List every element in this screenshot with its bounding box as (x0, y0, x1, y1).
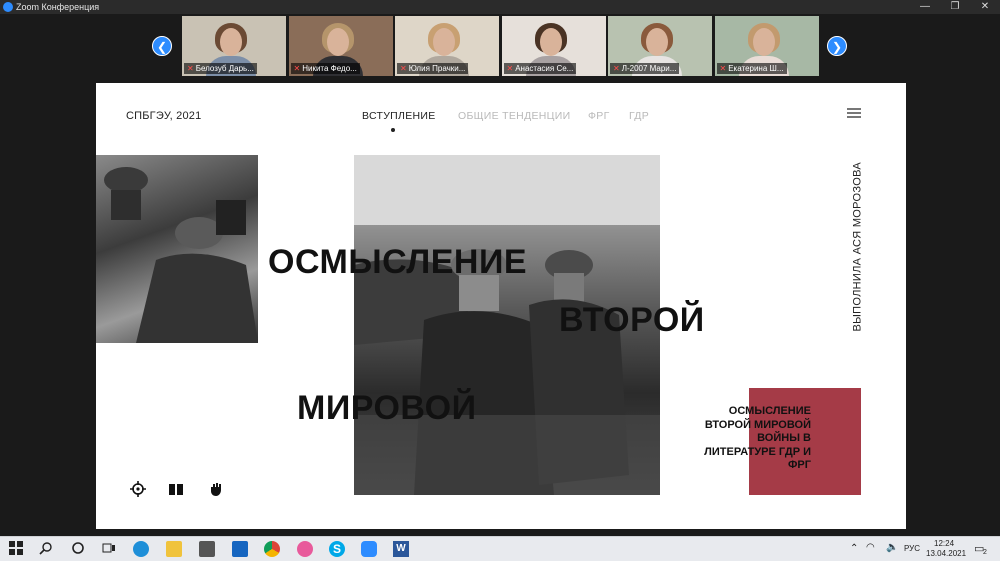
window-title: Zoom Конференция (16, 2, 100, 12)
search-icon[interactable] (38, 541, 54, 557)
participant-tile[interactable]: ✕ Л-2007 Мари... (608, 16, 712, 76)
shared-slide: СПБГЭУ, 2021 ВСТУПЛЕНИЕ ОБЩИЕ ТЕНДЕНЦИИ … (96, 83, 906, 529)
presentation-subtitle: ОСМЫСЛЕНИЕ ВТОРОЙ МИРОВОЙ ВОЙНЫ В ЛИТЕРА… (704, 405, 811, 471)
store-icon[interactable] (199, 541, 215, 557)
participant-tile[interactable]: ✕ Анастасия Се... (501, 16, 606, 76)
crosshair-icon[interactable] (130, 481, 146, 497)
notification-count: 2 (983, 549, 987, 556)
minimize-button[interactable]: — (910, 0, 940, 14)
mic-muted-icon: ✕ (293, 64, 301, 73)
language-indicator[interactable]: РУС (904, 544, 920, 553)
mic-muted-icon: ✕ (187, 64, 194, 73)
nav-item-trends[interactable]: ОБЩИЕ ТЕНДЕНЦИИ (458, 110, 570, 122)
zoom-titlebar: Zoom Конференция — ❐ ✕ (0, 0, 1000, 14)
author-label: ВЫПОЛНИЛА АСЯ МОРОЗОВА (851, 162, 864, 332)
soldiers-photo (96, 155, 258, 343)
title-word-1: ОСМЫСЛЕНИЕ (268, 243, 528, 281)
mic-muted-icon: ✕ (613, 64, 620, 73)
participant-strip: ❮ ✕ Белозуб Дарь... ✕ Никита Федо... ✕ Юлия П… (0, 14, 1000, 80)
participant-tile[interactable]: ✕ Юлия Прачки... (395, 16, 499, 76)
participant-tile[interactable]: ✕ Никита Федо... (288, 16, 393, 76)
file-explorer-icon[interactable] (166, 541, 182, 557)
next-participants-button[interactable]: ❯ (827, 36, 847, 56)
word-icon[interactable]: W (393, 541, 409, 557)
participant-face (326, 28, 349, 56)
author-credit: ВЫПОЛНИЛА АСЯ МОРОЗОВА (850, 162, 864, 333)
start-icon[interactable] (8, 541, 24, 557)
edge-icon[interactable] (133, 541, 149, 557)
chrome-icon[interactable] (264, 541, 280, 557)
volume-icon[interactable]: 🔈 (886, 542, 898, 553)
title-word-3: МИРОВОЙ (297, 389, 477, 427)
participant-face (539, 28, 562, 56)
participant-face (646, 28, 668, 56)
nav-item-gdr[interactable]: ГДР (629, 110, 649, 122)
maximize-button[interactable]: ❐ (940, 0, 970, 14)
clock-date[interactable]: 13.04.2021 (926, 549, 966, 558)
mic-muted-icon: ✕ (400, 64, 407, 73)
mic-muted-icon: ✕ (719, 64, 727, 73)
participant-name: ✕ Юлия Прачки... (397, 63, 469, 74)
active-nav-indicator (391, 128, 395, 132)
photos-icon[interactable] (297, 541, 313, 557)
participant-name: ✕ Анастасия Се... (503, 63, 577, 74)
participant-face (433, 28, 455, 56)
mic-muted-icon: ✕ (506, 64, 514, 73)
zoom-taskbar-icon[interactable] (361, 541, 377, 557)
participant-name: ✕ Екатерина Ш... (716, 63, 787, 74)
brand-label: СПБГЭУ, 2021 (126, 110, 202, 122)
participant-name: ✕ Никита Федо... (290, 63, 360, 74)
clock-time[interactable]: 12:24 (934, 539, 954, 548)
title-word-2: ВТОРОЙ (559, 301, 705, 339)
fist-icon[interactable] (208, 481, 224, 497)
network-icon[interactable]: ◠ (866, 542, 875, 553)
skype-icon[interactable]: S (329, 541, 345, 557)
tray-chevron-icon[interactable]: ⌃ (850, 543, 858, 554)
mail-icon[interactable] (232, 541, 248, 557)
zoom-logo-icon (3, 2, 13, 12)
participant-tile[interactable]: ✕ Екатерина Ш... (714, 16, 819, 76)
prev-participants-button[interactable]: ❮ (152, 36, 172, 56)
participant-name: ✕ Белозуб Дарь... (184, 63, 257, 74)
participant-name: ✕ Л-2007 Мари... (610, 63, 680, 74)
task-view-icon[interactable] (101, 541, 117, 557)
menu-icon[interactable] (847, 108, 861, 118)
nav-item-intro[interactable]: ВСТУПЛЕНИЕ (362, 110, 436, 122)
cortana-icon[interactable] (70, 541, 86, 557)
windows-taskbar: S W ⌃ ◠ 🔈 РУС 12:24 13.04.2021 ▭ 2 (0, 536, 1000, 561)
participant-face (752, 28, 775, 56)
book-icon[interactable] (168, 481, 184, 497)
participant-face (220, 28, 242, 56)
close-button[interactable]: ✕ (970, 0, 1000, 14)
nav-item-frg[interactable]: ФРГ (588, 110, 610, 122)
participant-tile[interactable]: ✕ Белозуб Дарь... (182, 16, 286, 76)
